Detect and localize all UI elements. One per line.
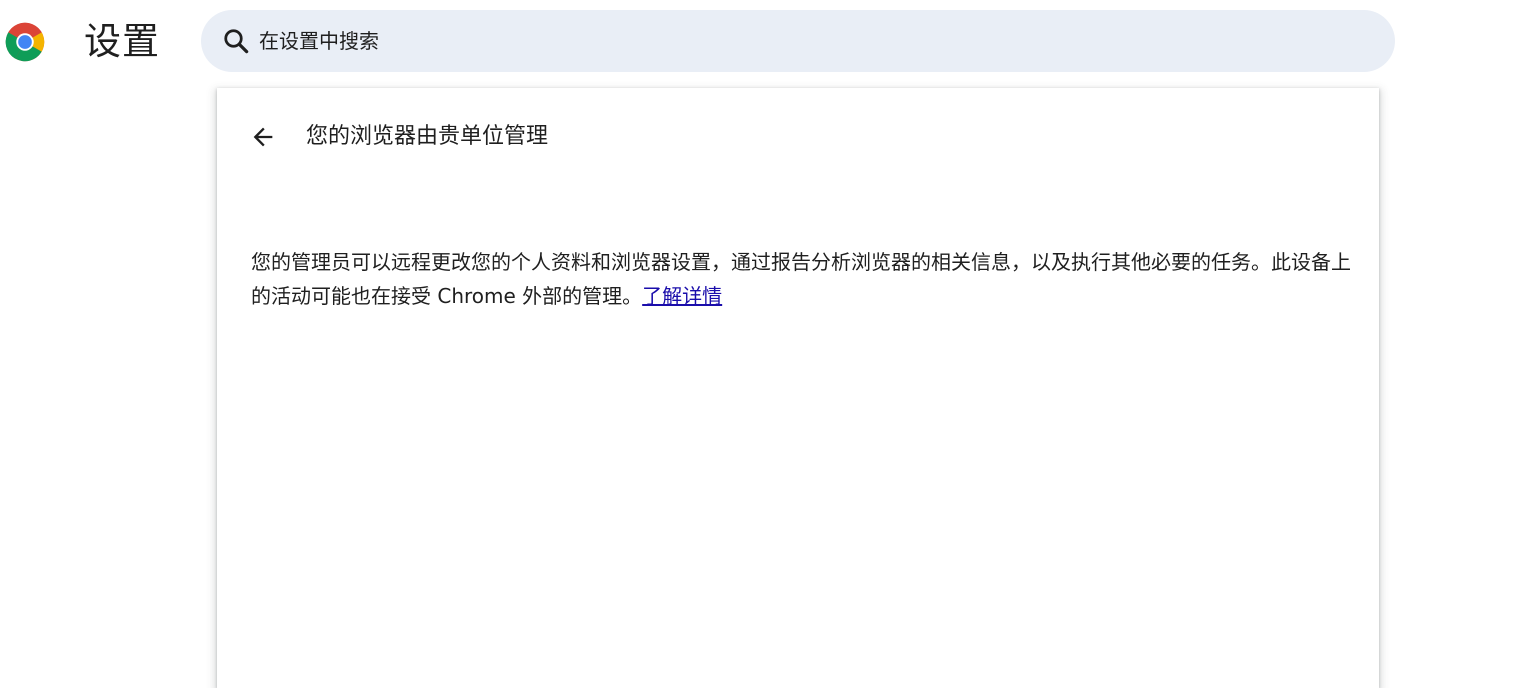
page-header-title: 设置 xyxy=(84,20,160,63)
settings-search-box[interactable] xyxy=(201,10,1395,72)
managed-browser-card: 您的浏览器由贵单位管理 您的管理员可以远程更改您的个人资料和浏览器设置，通过报告… xyxy=(217,88,1379,688)
search-icon xyxy=(224,29,249,54)
description-text: 您的管理员可以远程更改您的个人资料和浏览器设置，通过报告分析浏览器的相关信息，以… xyxy=(251,250,1351,308)
arrow-back-icon xyxy=(253,127,273,147)
management-description: 您的管理员可以远程更改您的个人资料和浏览器设置，通过报告分析浏览器的相关信息，以… xyxy=(251,245,1351,313)
settings-header: 设置 xyxy=(0,0,1537,82)
search-input[interactable] xyxy=(259,10,1359,72)
chrome-logo-icon xyxy=(5,22,45,62)
back-button[interactable] xyxy=(245,119,281,155)
page-title: 您的浏览器由贵单位管理 xyxy=(306,124,549,149)
learn-more-link[interactable]: 了解详情 xyxy=(642,284,722,308)
